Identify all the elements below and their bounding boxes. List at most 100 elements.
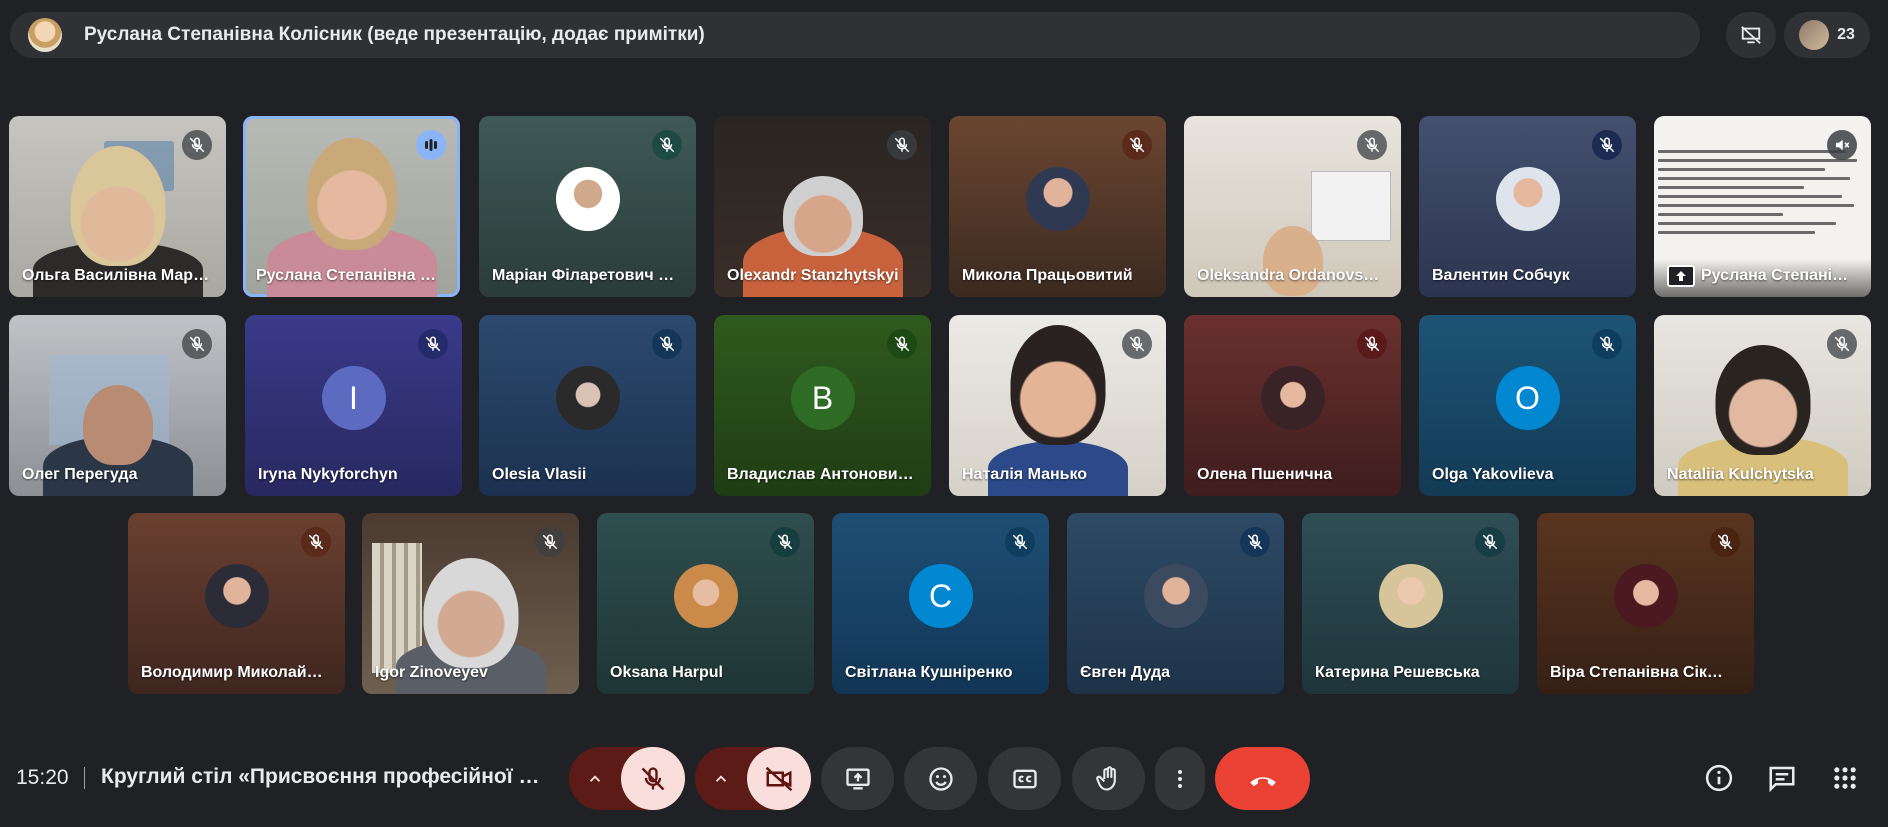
mic-off-icon <box>770 527 800 557</box>
participant-avatar: O <box>1495 366 1560 431</box>
participant-tile[interactable]: Наталія Манько <box>949 315 1166 496</box>
mic-off-icon <box>1827 329 1857 359</box>
screen-share-icon <box>1667 265 1695 287</box>
participant-tile[interactable]: Віра Степанівна Сік… <box>1537 513 1754 694</box>
present-screen-icon <box>845 768 870 789</box>
participant-tile[interactable]: Микола Працьовитий <box>949 116 1166 297</box>
participant-avatar <box>1143 564 1208 629</box>
meeting-clock: 15:20 <box>16 766 69 789</box>
participant-avatar <box>1495 167 1560 232</box>
participants-button[interactable]: 23 <box>1784 12 1870 58</box>
chevron-up-icon <box>589 774 601 782</box>
presentation-toggle-button[interactable] <box>1726 12 1776 58</box>
participant-name: Nataliia Kulchytska <box>1667 466 1814 483</box>
participant-avatar <box>555 366 620 431</box>
participant-avatar <box>1613 564 1678 629</box>
mic-off-icon <box>1357 130 1387 160</box>
reactions-button[interactable] <box>904 747 977 810</box>
participant-tile[interactable]: Євген Дуда <box>1067 513 1284 694</box>
participant-tile[interactable]: Oleksandra Ordanovs… <box>1184 116 1401 297</box>
participant-name: Світлана Кушніренко <box>845 664 1013 681</box>
participant-tile[interactable]: Nataliia Kulchytska <box>1654 315 1871 496</box>
participant-avatar <box>555 167 620 232</box>
present-button[interactable] <box>821 747 894 810</box>
participant-name: Руслана Степані… <box>1654 259 1871 297</box>
more-options-button[interactable] <box>1155 747 1205 810</box>
participant-tile[interactable]: С Світлана Кушніренко <box>832 513 1049 694</box>
participant-tile[interactable]: Валентин Собчук <box>1419 116 1636 297</box>
mic-off-icon <box>652 329 682 359</box>
divider <box>84 767 85 789</box>
meeting-title[interactable]: Круглий стіл «Присвоєння професійної к… <box>101 765 541 789</box>
camera-control-group <box>695 747 811 810</box>
chat-button[interactable] <box>1762 758 1802 798</box>
participant-name: Oleksandra Ordanovs… <box>1197 267 1380 284</box>
mic-off-icon <box>1240 527 1270 557</box>
participant-name: Володимир Миколай… <box>141 664 323 681</box>
participant-count: 23 <box>1837 26 1855 43</box>
participant-tile[interactable]: Ольга Василівна Мар… <box>9 116 226 297</box>
participant-avatar <box>1260 366 1325 431</box>
participant-tile[interactable]: O Olga Yakovlieva <box>1419 315 1636 496</box>
participant-name: Olga Yakovlieva <box>1432 466 1554 483</box>
emoji-icon <box>928 766 953 791</box>
mic-toggle-button[interactable] <box>621 747 685 810</box>
raise-hand-button[interactable] <box>1072 747 1145 810</box>
mic-off-icon <box>1710 527 1740 557</box>
participant-name: Iryna Nykyforchyn <box>258 466 398 483</box>
raise-hand-icon <box>1095 765 1116 791</box>
camera-toggle-button[interactable] <box>747 747 811 810</box>
mic-off-icon <box>887 130 917 160</box>
audio-settings-button[interactable] <box>569 747 621 810</box>
participant-tile[interactable]: Igor Zinoveyev <box>362 513 579 694</box>
present-off-icon <box>1741 26 1761 44</box>
participant-tile[interactable]: Oksana Harpul <box>597 513 814 694</box>
videocam-off-icon <box>765 766 793 791</box>
participant-tile[interactable]: Катерина Решевська <box>1302 513 1519 694</box>
participant-tile[interactable]: В Владислав Антонови… <box>714 315 931 496</box>
mic-off-icon <box>641 766 665 790</box>
participant-tile[interactable]: Olexandr Stanzhytskyi <box>714 116 931 297</box>
mic-off-icon <box>1122 329 1152 359</box>
participant-tile[interactable]: Руслана Степанівна … <box>243 116 460 297</box>
activities-button[interactable] <box>1825 758 1865 798</box>
leave-call-button[interactable] <box>1215 747 1310 810</box>
participant-avatar: В <box>790 366 855 431</box>
participant-avatar <box>1378 564 1443 629</box>
closed-captions-icon <box>1012 769 1037 788</box>
mic-off-icon <box>182 329 212 359</box>
participant-name: Ольга Василівна Мар… <box>22 267 210 284</box>
participant-tile[interactable]: I Iryna Nykyforchyn <box>245 315 462 496</box>
mic-off-icon <box>1122 130 1152 160</box>
participant-tile[interactable]: Маріан Філаретович … <box>479 116 696 297</box>
participant-tile[interactable]: Володимир Миколай… <box>128 513 345 694</box>
call-end-icon <box>1249 776 1276 786</box>
mic-off-icon <box>1357 329 1387 359</box>
mic-off-icon <box>1475 527 1505 557</box>
participant-tile[interactable]: Олег Перегуда <box>9 315 226 496</box>
participant-name: Olexandr Stanzhytskyi <box>727 267 899 284</box>
participant-name: Катерина Решевська <box>1315 664 1480 681</box>
meeting-details-button[interactable] <box>1699 758 1739 798</box>
participant-tile[interactable]: Олена Пшенична <box>1184 315 1401 496</box>
info-icon <box>1705 764 1733 792</box>
presenter-bar[interactable]: Руслана Степанівна Колісник (веде презен… <box>10 12 1700 58</box>
participant-tile-presentation[interactable]: Руслана Степані… <box>1654 116 1871 297</box>
chat-icon <box>1769 766 1795 793</box>
apps-grid-icon <box>1834 767 1856 789</box>
presenter-title: Руслана Степанівна Колісник (веде презен… <box>84 24 705 45</box>
participant-name: Наталія Манько <box>962 466 1088 483</box>
captions-button[interactable] <box>988 747 1061 810</box>
mic-off-icon <box>887 329 917 359</box>
participant-name: Валентин Собчук <box>1432 267 1570 284</box>
participant-name: Руслана Степанівна … <box>256 267 436 284</box>
participant-tile[interactable]: Olesia Vlasii <box>479 315 696 496</box>
participant-avatar: С <box>908 564 973 629</box>
mic-off-icon <box>1592 130 1622 160</box>
participant-name: Євген Дуда <box>1080 664 1171 681</box>
mic-off-icon <box>535 527 565 557</box>
video-settings-button[interactable] <box>695 747 747 810</box>
mic-off-icon <box>418 329 448 359</box>
mic-control-group <box>569 747 685 810</box>
participant-name: Маріан Філаретович … <box>492 267 675 284</box>
